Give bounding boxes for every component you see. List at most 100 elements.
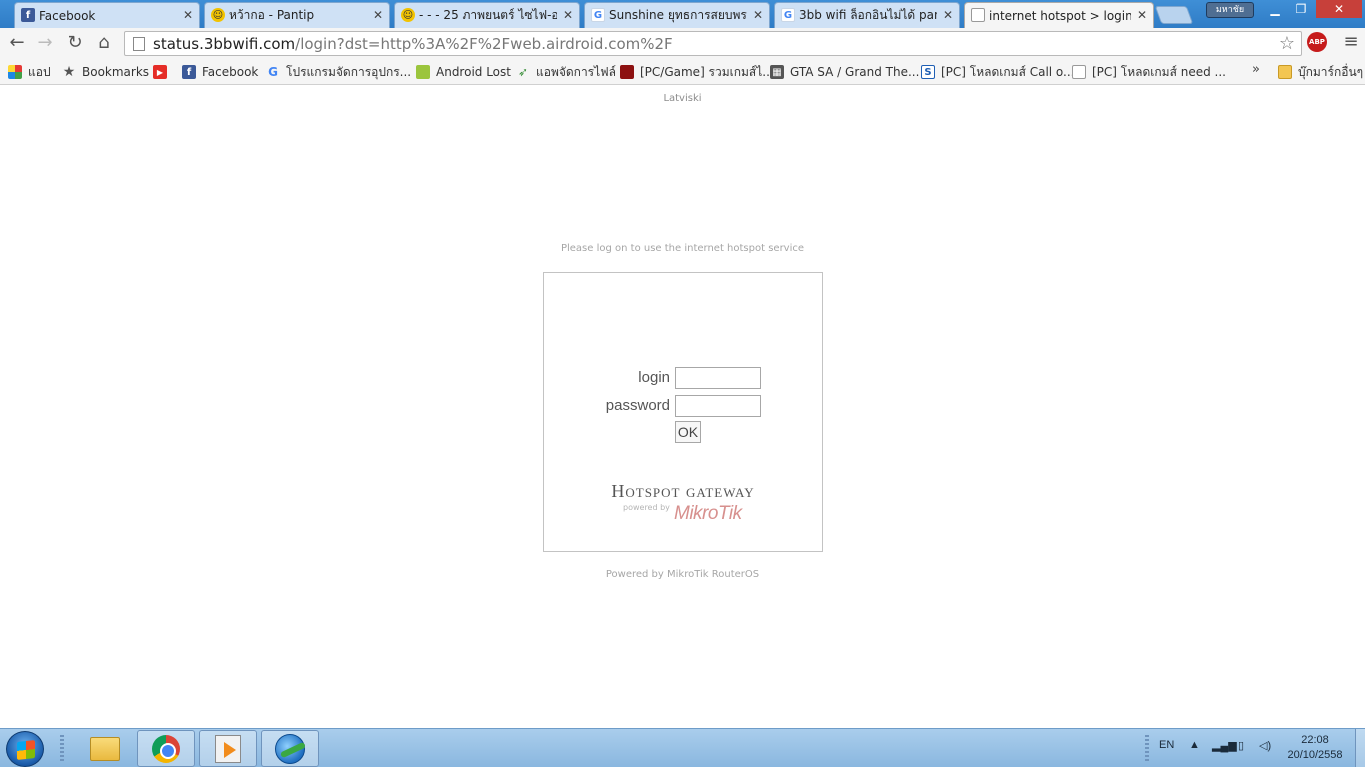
- star-icon: ★: [62, 64, 76, 80]
- bookmark-facebook[interactable]: f Facebook: [182, 62, 258, 82]
- network-icon[interactable]: ▂▄▆: [1212, 739, 1237, 752]
- new-tab-button[interactable]: [1154, 6, 1194, 24]
- tab-hotspot-login[interactable]: internet hotspot > login ✕: [964, 2, 1154, 28]
- show-hidden-icons-icon[interactable]: ▲: [1189, 739, 1200, 751]
- close-icon[interactable]: ✕: [563, 8, 573, 22]
- adblock-icon[interactable]: ABP: [1307, 32, 1327, 52]
- bookmark-label: Android Lost: [436, 65, 511, 79]
- clock-time: 22:08: [1301, 734, 1329, 746]
- language-link[interactable]: Latviski: [0, 93, 1365, 104]
- bookmark-bookmarks[interactable]: ★ Bookmarks: [62, 62, 149, 82]
- language-indicator[interactable]: EN: [1159, 739, 1174, 751]
- tab-title: - - - 25 ภาพยนตร์ ไซไฟ-อวก: [419, 8, 557, 22]
- file-explorer-icon: [90, 736, 120, 761]
- windows-taskbar: EN ▲ ▂▄▆ ▯ ◁) 22:08 20/10/2558: [0, 728, 1365, 767]
- restore-button[interactable]: ❐: [1288, 0, 1314, 18]
- tray-grip: [1145, 735, 1149, 763]
- game-icon: [620, 65, 634, 79]
- media-player-icon: [215, 734, 241, 763]
- password-input[interactable]: [675, 395, 761, 417]
- page-icon: [971, 8, 985, 22]
- login-box: login password OK Hotspot gateway powere…: [543, 272, 823, 552]
- tab-google-3bb[interactable]: G 3bb wifi ล็อกอินไม่ได้ pantip ✕: [774, 2, 960, 28]
- home-icon[interactable]: ⌂: [93, 32, 115, 54]
- close-icon[interactable]: ✕: [1137, 8, 1147, 22]
- login-input[interactable]: [675, 367, 761, 389]
- bookmark-label: [PC] โหลดเกมส์ Call o...: [941, 64, 1075, 79]
- minimize-button[interactable]: ▁: [1262, 0, 1288, 18]
- close-icon[interactable]: ✕: [943, 8, 953, 22]
- tab-title: หว้ากอ - Pantip: [229, 8, 315, 22]
- android-icon: [416, 65, 430, 79]
- facebook-icon: f: [21, 8, 35, 22]
- tab-pantip[interactable]: ☺ หว้ากอ - Pantip ✕: [204, 2, 390, 28]
- apps-icon: [8, 65, 22, 79]
- footer-powered-by: Powered by MikroTik RouterOS: [605, 569, 760, 580]
- close-icon[interactable]: ✕: [183, 8, 193, 22]
- chrome-icon: [152, 734, 180, 763]
- taskbar-file-explorer[interactable]: [76, 730, 134, 767]
- browser-toolbar: ← → ↻ ⌂ status.3bbwifi.com/login?dst=htt…: [0, 28, 1365, 58]
- battery-icon[interactable]: ▯: [1238, 739, 1244, 752]
- bookmark-apps[interactable]: แอป: [8, 62, 51, 82]
- bookmark-device-manager[interactable]: G โปรแกรมจัดการอุปกร...: [266, 62, 411, 82]
- browser-menu-icon[interactable]: ≡: [1341, 30, 1361, 54]
- tab-google-sunshine[interactable]: G Sunshine ยุทธการสยบพระอา ✕: [584, 2, 770, 28]
- bookmark-label: Bookmarks: [82, 65, 150, 79]
- bookmark-youtube[interactable]: ▶: [153, 62, 173, 82]
- tab-pantip-movies[interactable]: ☺ - - - 25 ภาพยนตร์ ไซไฟ-อวก ✕: [394, 2, 580, 28]
- mikrotik-logo: MikroTik: [674, 503, 742, 524]
- windows-logo-icon: [17, 740, 35, 760]
- login-label: login: [638, 369, 670, 386]
- close-icon[interactable]: ✕: [753, 8, 763, 22]
- bookmark-label: แอพจัดการไฟล์: [536, 64, 617, 79]
- other-bookmarks[interactable]: บุ๊กมาร์กอื่นๆ: [1278, 62, 1363, 82]
- show-desktop-button[interactable]: [1355, 729, 1365, 767]
- bookmark-gta[interactable]: ▦ GTA SA / Grand The...: [770, 62, 919, 82]
- bookmark-android-lost[interactable]: Android Lost: [416, 62, 511, 82]
- bookmark-label: แอป: [28, 64, 51, 79]
- clock[interactable]: 22:08 20/10/2558: [1282, 733, 1348, 763]
- volume-icon[interactable]: ◁): [1259, 739, 1271, 752]
- facebook-icon: f: [182, 65, 196, 79]
- youtube-icon: ▶: [153, 65, 167, 79]
- forward-icon[interactable]: →: [34, 32, 56, 54]
- tab-title: internet hotspot > login: [989, 8, 1131, 23]
- taskbar-chrome[interactable]: [137, 730, 195, 767]
- page-content: Latviski Please log on to use the intern…: [0, 86, 1365, 728]
- pantip-icon: ☺: [401, 8, 415, 22]
- google-icon: G: [268, 65, 278, 79]
- clock-date: 20/10/2558: [1287, 749, 1343, 761]
- folder-icon: [1278, 65, 1292, 79]
- bookmark-pc-game[interactable]: [PC/Game] รวมเกมส์ไ...: [620, 62, 774, 82]
- bookmark-call-of[interactable]: S [PC] โหลดเกมส์ Call o...: [921, 62, 1075, 82]
- bookmark-star-icon[interactable]: ☆: [1279, 33, 1295, 54]
- bookmark-label: [PC/Game] รวมเกมส์ไ...: [640, 64, 774, 79]
- address-bar[interactable]: status.3bbwifi.com/login?dst=http%3A%2F%…: [124, 31, 1302, 56]
- ok-button[interactable]: OK: [675, 421, 701, 443]
- bookmark-need[interactable]: [PC] โหลดเกมส์ need ...: [1072, 62, 1226, 82]
- tab-title: Facebook: [39, 8, 96, 23]
- bookmarks-overflow-icon[interactable]: »: [1252, 62, 1260, 77]
- reload-icon[interactable]: ↻: [64, 32, 86, 54]
- taskbar-media-player[interactable]: [199, 730, 257, 767]
- tab-title: Sunshine ยุทธการสยบพระอา: [609, 8, 747, 22]
- tab-title: 3bb wifi ล็อกอินไม่ได้ pantip: [799, 8, 937, 22]
- hotspot-gateway-title: Hotspot gateway: [611, 481, 755, 501]
- tab-facebook[interactable]: f Facebook ✕: [14, 2, 200, 28]
- password-label: password: [605, 397, 670, 414]
- bookmark-label: โปรแกรมจัดการอุปกร...: [286, 64, 412, 79]
- tab-strip: f Facebook ✕ ☺ หว้ากอ - Pantip ✕ ☺ - - -…: [0, 0, 1365, 28]
- gta-icon: ▦: [770, 65, 784, 79]
- back-icon[interactable]: ←: [6, 32, 28, 54]
- profile-button[interactable]: มหาชัย: [1206, 2, 1254, 18]
- page-info-icon[interactable]: [133, 36, 145, 51]
- s-icon: S: [921, 65, 935, 79]
- google-icon: G: [591, 8, 605, 22]
- window-close-button[interactable]: ✕: [1316, 0, 1362, 18]
- bookmark-file-manager[interactable]: ➶ แอพจัดการไฟล์: [516, 62, 616, 82]
- close-icon[interactable]: ✕: [373, 8, 383, 22]
- start-button[interactable]: [6, 731, 44, 767]
- taskbar-globe-app[interactable]: [261, 730, 319, 767]
- google-icon: G: [781, 8, 795, 22]
